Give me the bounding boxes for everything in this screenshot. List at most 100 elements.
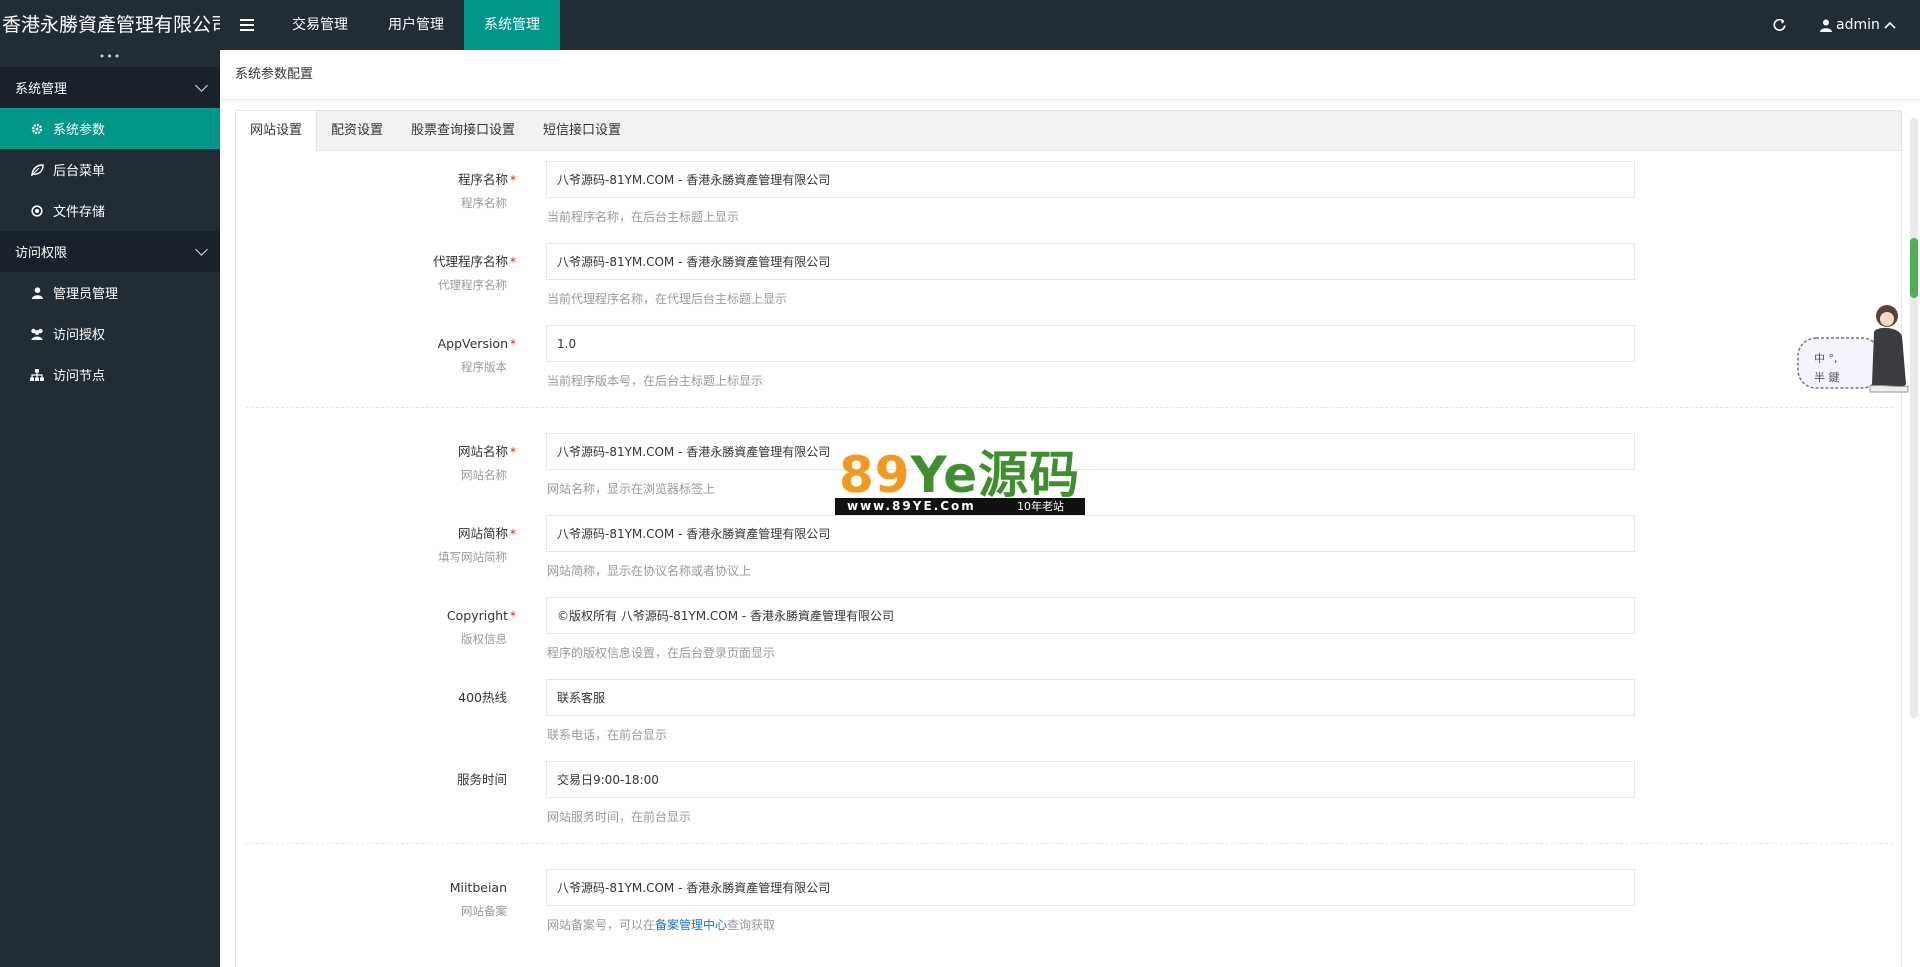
section-divider <box>246 843 1893 844</box>
field-help: 当前程序名称，在后台主标题上显示 <box>547 210 740 224</box>
field-label: 服务时间 <box>456 772 507 787</box>
chevron-up-icon <box>1884 21 1896 29</box>
leaf-icon <box>30 163 44 177</box>
required-mark: * <box>510 173 516 187</box>
miitbeian-input[interactable] <box>546 869 1635 906</box>
form-row-agent-program-name: 代理程序名称* 代理程序名称 当前代理程序名称，在代理后台主标题上显示 <box>236 243 1903 313</box>
watermark-site: www.89YE.Com <box>847 499 976 513</box>
copyright-input[interactable] <box>546 597 1635 634</box>
beian-center-link[interactable]: 备案管理中心 <box>655 918 727 932</box>
top-nav-system[interactable]: 系统管理 <box>464 0 560 50</box>
scrollbar-thumb[interactable] <box>1910 238 1918 298</box>
program-name-input[interactable] <box>546 161 1635 198</box>
field-label: 网站简称 <box>457 526 508 541</box>
sidebar-item-admins[interactable]: 管理员管理 <box>0 272 220 313</box>
sidebar-item-label: 访问节点 <box>53 369 106 384</box>
required-mark: * <box>510 255 516 269</box>
sidebar-item-menu[interactable]: 后台菜单 <box>0 149 220 190</box>
top-nav: 交易管理 用户管理 系统管理 <box>272 0 560 50</box>
menu-toggle-button[interactable] <box>234 0 260 50</box>
sidebar: ••• 系统管理 系统参数 后台菜单 文件存储 访问权限 管理员管理 访问授权 … <box>0 50 220 967</box>
tab-stock-api-settings[interactable]: 股票查询接口设置 <box>397 111 529 151</box>
user-menu[interactable]: admin <box>1820 0 1896 50</box>
sidebar-item-storage[interactable]: 文件存储 <box>0 190 220 231</box>
required-mark: * <box>510 445 516 459</box>
sitemap-icon <box>30 368 44 382</box>
tab-funding-settings[interactable]: 配资设置 <box>317 111 397 151</box>
form-row-program-name: 程序名称* 程序名称 当前程序名称，在后台主标题上显示 <box>236 161 1903 231</box>
sidebar-item-label: 后台菜单 <box>53 164 106 179</box>
field-sublabel: 网站备案 <box>461 904 507 918</box>
site-name-input[interactable] <box>546 433 1635 470</box>
refresh-icon <box>1772 18 1786 31</box>
refresh-button[interactable] <box>1766 0 1792 50</box>
field-label: AppVersion <box>437 336 508 351</box>
field-help: 当前程序版本号，在后台主标题上标显示 <box>547 374 764 388</box>
sidebar-item-label: 系统参数 <box>53 123 106 138</box>
chevron-down-icon <box>195 242 208 256</box>
field-sublabel: 程序版本 <box>461 360 507 374</box>
required-mark: * <box>510 609 516 623</box>
sidebar-collapse-handle[interactable]: ••• <box>0 50 220 67</box>
section-divider <box>246 407 1893 408</box>
gear-icon <box>30 122 44 136</box>
hamburger-icon <box>240 19 254 31</box>
field-label: 网站名称 <box>457 444 508 459</box>
form-row-service-time: 服务时间 网站服务时间，在前台显示 <box>236 761 1903 831</box>
watermark-brand: 89Ye源码 <box>839 446 1081 504</box>
mascot-ime-widget[interactable]: 中 °, 半 鍵 <box>1792 296 1912 396</box>
mascot-text-1: 中 °, <box>1814 352 1838 365</box>
user-icon <box>1820 19 1832 32</box>
sidebar-group-access[interactable]: 访问权限 <box>0 231 220 272</box>
user-icon <box>30 286 44 300</box>
field-help: 当前代理程序名称，在代理后台主标题上显示 <box>547 292 788 306</box>
brand-title[interactable]: 香港永勝資產管理有限公司 <box>0 0 220 50</box>
circle-dot-icon <box>30 204 44 218</box>
chevron-down-icon <box>195 78 208 92</box>
sidebar-item-label: 管理员管理 <box>53 287 119 302</box>
agent-program-name-input[interactable] <box>546 243 1635 280</box>
field-sublabel: 版权信息 <box>461 632 507 646</box>
settings-panel: 网站设置 配资设置 股票查询接口设置 短信接口设置 程序名称* 程序名称 当前程… <box>235 110 1902 967</box>
sidebar-item-nodes[interactable]: 访问节点 <box>0 354 220 395</box>
user-name: admin <box>1836 17 1880 33</box>
watermark-tagline: 10年老站 <box>1017 500 1064 513</box>
sidebar-item-label: 访问授权 <box>53 328 106 343</box>
field-sublabel: 代理程序名称 <box>438 278 507 292</box>
sidebar-group-label: 访问权限 <box>15 246 68 261</box>
tab-sms-api-settings[interactable]: 短信接口设置 <box>529 111 635 151</box>
field-help: 联系电话，在前台显示 <box>547 728 668 742</box>
field-help: 网站备案号，可以在备案管理中心查询获取 <box>547 918 776 932</box>
field-help: 网站简称，显示在协议名称或者协议上 <box>547 564 752 578</box>
watermark-logo: 89Ye源码 www.89YE.Com 10年老站 <box>835 450 1085 516</box>
users-icon <box>30 327 44 341</box>
hotline-input[interactable] <box>546 679 1635 716</box>
site-short-name-input[interactable] <box>546 515 1635 552</box>
service-time-input[interactable] <box>546 761 1635 798</box>
tab-bar: 网站设置 配资设置 股票查询接口设置 短信接口设置 <box>236 111 1901 152</box>
field-label: 400热线 <box>458 690 507 705</box>
form-row-copyright: Copyright* 版权信息 程序的版权信息设置，在后台登录页面显示 <box>236 597 1903 667</box>
mascot-girl-icon <box>1797 305 1909 393</box>
page-scrollbar[interactable] <box>1910 118 1918 718</box>
form-row-miitbeian: Miitbeian 网站备案 网站备案号，可以在备案管理中心查询获取 <box>236 869 1903 939</box>
field-label: 代理程序名称 <box>432 254 508 269</box>
field-label: Miitbeian <box>449 880 507 895</box>
sidebar-item-system-params[interactable]: 系统参数 <box>0 108 220 149</box>
field-label: Copyright <box>446 608 508 623</box>
top-bar: 香港永勝資產管理有限公司 交易管理 用户管理 系统管理 admin <box>0 0 1920 50</box>
top-nav-users[interactable]: 用户管理 <box>368 0 464 50</box>
required-mark: * <box>510 527 516 541</box>
form-row-app-version: AppVersion* 程序版本 当前程序版本号，在后台主标题上标显示 <box>236 325 1903 395</box>
form-row-site-short-name: 网站简称* 填写网站简称 网站简称，显示在协议名称或者协议上 <box>236 515 1903 585</box>
sidebar-group-system[interactable]: 系统管理 <box>0 67 220 108</box>
form-row-hotline: 400热线 联系电话，在前台显示 <box>236 679 1903 749</box>
mascot-text-2: 半 鍵 <box>1814 371 1840 384</box>
top-nav-trade[interactable]: 交易管理 <box>272 0 368 50</box>
sidebar-item-auth[interactable]: 访问授权 <box>0 313 220 354</box>
field-label: 程序名称 <box>457 172 508 187</box>
field-help: 网站服务时间，在前台显示 <box>547 810 692 824</box>
tab-site-settings[interactable]: 网站设置 <box>236 111 318 152</box>
app-version-input[interactable] <box>546 325 1635 362</box>
required-mark: * <box>510 337 516 351</box>
